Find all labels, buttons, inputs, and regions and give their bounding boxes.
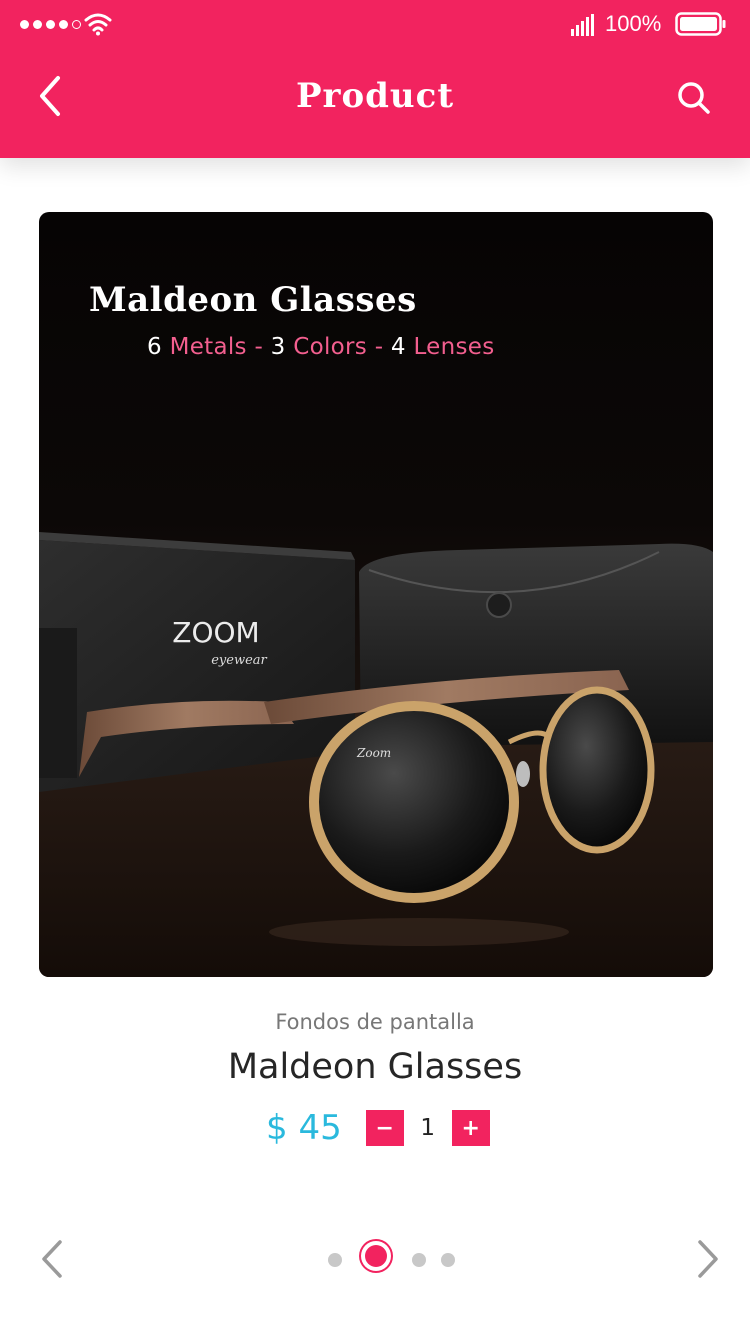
lenses-count: 4 <box>390 334 406 360</box>
lenses-label: Lenses <box>413 334 495 360</box>
pager-dot[interactable] <box>412 1253 426 1267</box>
card-title: Maldeon Glasses <box>89 280 417 320</box>
chevron-left-icon[interactable] <box>34 1238 74 1280</box>
product-name: Maldeon Glasses <box>227 1047 523 1087</box>
separator: - <box>246 334 271 360</box>
battery-icon <box>675 12 726 36</box>
pager-dots <box>328 1243 468 1277</box>
pager-dot[interactable] <box>441 1253 455 1267</box>
sunglasses-product-image: ZOOM eyewear Zoom <box>39 532 713 977</box>
lens-logo: Zoom <box>356 746 391 760</box>
cellular-signal-icon <box>571 14 594 36</box>
quantity-increase-button[interactable]: + <box>451 1110 490 1146</box>
product-category: Fondos de pantalla <box>275 1010 475 1034</box>
page-title: Product <box>295 76 455 116</box>
metals-count: 6 <box>147 334 162 360</box>
quantity-decrease-button[interactable]: − <box>365 1110 404 1146</box>
search-icon[interactable] <box>672 76 716 120</box>
colors-count: 3 <box>270 334 286 360</box>
chevron-right-icon[interactable] <box>686 1238 726 1280</box>
app-header: 100% Product <box>0 0 750 158</box>
quantity-value: 1 <box>420 1115 436 1141</box>
status-bar: 100% <box>0 0 750 50</box>
pager-dot-active[interactable] <box>365 1245 387 1267</box>
box-brand: ZOOM <box>172 616 259 649</box>
box-brand-sub: eyewear <box>211 653 267 668</box>
separator: - <box>367 334 391 360</box>
card-subtitle: 6 Metals - 3 Colors - 4 Lenses <box>147 334 495 360</box>
pager-dot[interactable] <box>328 1253 342 1267</box>
battery-percentage: 100% <box>605 11 662 36</box>
product-image-card[interactable]: Maldeon Glasses 6 Metals - 3 Colors - 4 … <box>39 212 713 977</box>
colors-label: Colors <box>293 334 368 360</box>
wifi-icon <box>84 13 112 36</box>
metals-label: Metals <box>169 334 247 360</box>
product-price: $ 45 <box>266 1108 342 1148</box>
signal-strength-icon <box>20 20 81 29</box>
price-quantity-row: $ 45 − 1 + <box>266 1108 490 1148</box>
